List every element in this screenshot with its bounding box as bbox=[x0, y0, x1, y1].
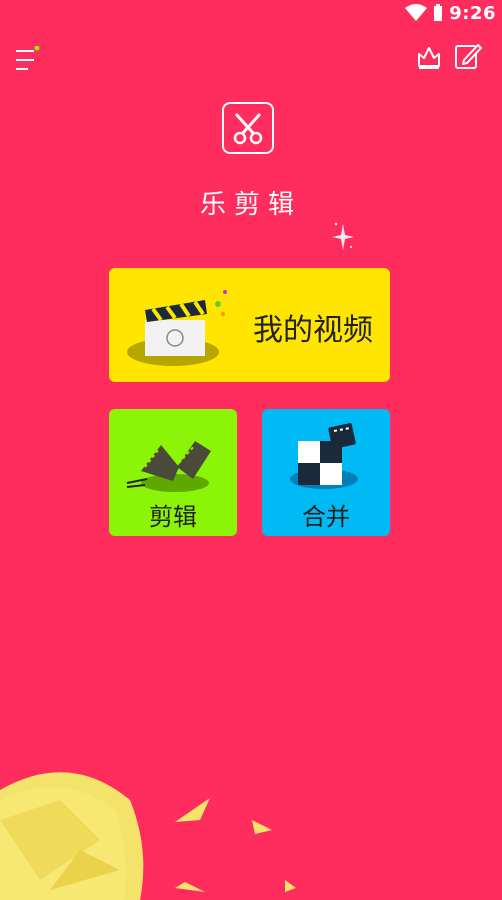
merge-label: 合并 bbox=[302, 503, 350, 531]
edit-tile[interactable]: 剪辑 bbox=[109, 409, 237, 536]
scissors-logo-icon bbox=[233, 112, 263, 145]
sparkle-decoration bbox=[332, 222, 354, 250]
film-cut-icon bbox=[126, 441, 211, 492]
lemon-decoration bbox=[0, 772, 296, 900]
status-time: 9:26 bbox=[449, 2, 496, 24]
edit-icon bbox=[455, 44, 482, 69]
vip-button[interactable] bbox=[416, 42, 442, 70]
menu-icon bbox=[16, 45, 40, 70]
wifi-icon bbox=[405, 4, 428, 21]
app-logo bbox=[222, 102, 274, 154]
my-videos-label: 我的视频 bbox=[253, 313, 373, 348]
edit-button[interactable] bbox=[454, 42, 482, 70]
my-videos-tile[interactable]: 我的视频 bbox=[109, 268, 390, 382]
clapperboard-icon bbox=[127, 290, 227, 366]
puzzle-film-icon bbox=[290, 423, 358, 489]
edit-label: 剪辑 bbox=[149, 503, 197, 531]
menu-button[interactable] bbox=[14, 45, 42, 74]
top-bar bbox=[0, 40, 502, 74]
crown-icon bbox=[418, 47, 440, 69]
status-bar: 9:26 bbox=[405, 0, 502, 26]
merge-tile[interactable]: 合并 bbox=[262, 409, 390, 536]
battery-icon bbox=[434, 4, 443, 21]
app-title: 乐剪辑 bbox=[199, 190, 302, 220]
